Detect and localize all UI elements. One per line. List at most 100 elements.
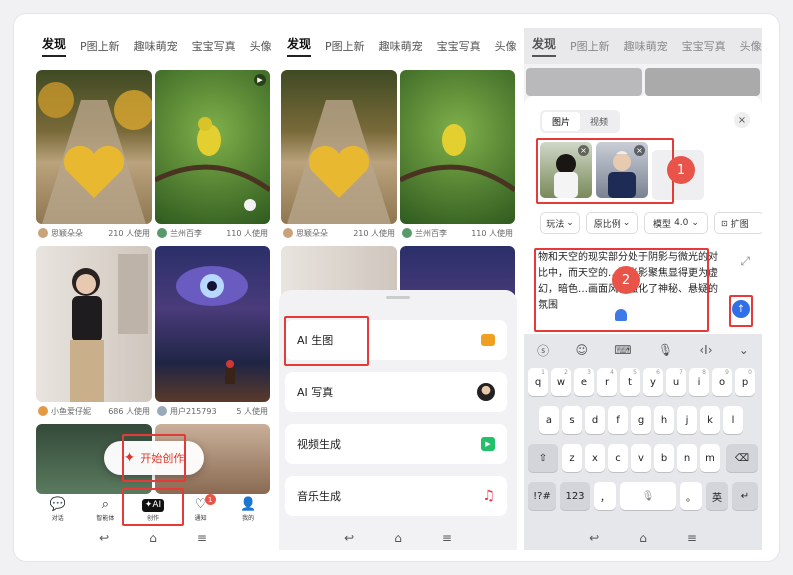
key-v[interactable]: v [631,444,651,472]
backspace-icon[interactable]: ⌫ [726,444,758,472]
ratio-chip[interactable]: 原比例 ⌄ [586,212,638,234]
keyboard-icon[interactable]: ⌨ [614,343,631,357]
option-ai-portrait[interactable]: AI 写真 [285,372,507,412]
nav-notify[interactable]: ♡ 通知 1 [181,494,221,522]
key-char: 英 [712,492,722,504]
dimmed-card [526,68,642,96]
feed-card-woman[interactable] [36,246,152,402]
cursor-move-icon[interactable]: ‹I› [699,343,712,357]
comma-key[interactable]: ， [594,482,616,510]
feed-card-autumn-heart[interactable] [281,70,397,224]
tab-pets[interactable]: 趣味萌宠 [379,38,423,54]
period-key[interactable]: 。 [680,482,702,510]
tab-discover[interactable]: 发现 [287,35,312,57]
highlight-box-images [536,138,674,204]
key-char: k [707,414,713,426]
key-r[interactable]: r4 [597,368,617,396]
key-w[interactable]: w2 [551,368,571,396]
key-char: o [718,376,726,388]
nav-label: 通知 [194,515,207,522]
key-q[interactable]: q1 [528,368,548,396]
back-icon[interactable]: ↩ [99,531,109,545]
symbols-key[interactable]: !?# [528,482,556,510]
home-icon[interactable]: ⌂ [149,531,157,545]
shift-icon[interactable]: ⇧ [528,444,558,472]
tab-p-new[interactable]: P图上新 [570,38,610,54]
key-hint-number: 2 [564,369,568,376]
close-icon[interactable]: × [734,112,750,128]
number-key[interactable]: 123 [560,482,590,510]
tab-pets[interactable]: 趣味萌宠 [624,38,668,54]
tab-p-new[interactable]: P图上新 [80,38,120,54]
key-char: g [637,414,645,426]
key-j[interactable]: j [677,406,697,434]
home-icon[interactable]: ⌂ [394,531,402,545]
fullscreen-icon[interactable]: ⤢ [740,254,750,269]
key-u[interactable]: u7 [666,368,686,396]
key-h[interactable]: h [654,406,674,434]
tab-baby[interactable]: 宝宝写真 [192,38,236,54]
back-icon[interactable]: ↩ [344,531,354,545]
key-f[interactable]: f [608,406,628,434]
enter-icon[interactable]: ↵ [732,482,758,510]
key-g[interactable]: g [631,406,651,434]
key-s[interactable]: s [562,406,582,434]
feed-card-bird[interactable] [400,70,515,224]
key-p[interactable]: p0 [735,368,755,396]
menu-icon[interactable]: ≡ [687,531,697,545]
chip-label: 玩法 [546,219,565,230]
key-o[interactable]: o9 [712,368,732,396]
back-icon[interactable]: ↩ [589,531,599,545]
emoji-icon[interactable]: ☺ [575,343,588,357]
menu-icon[interactable]: ≡ [197,531,207,545]
nav-chat[interactable]: 💬 对话 [38,498,78,523]
key-d[interactable]: d [585,406,605,434]
tab-pets[interactable]: 趣味萌宠 [134,38,178,54]
key-i[interactable]: i8 [689,368,709,396]
expand-chip[interactable]: ⊡ 扩图 [714,212,762,234]
feed-card-bird[interactable]: ▶ [155,70,270,224]
key-t[interactable]: t5 [620,368,640,396]
menu-icon[interactable]: ≡ [442,531,452,545]
tab-baby[interactable]: 宝宝写真 [682,38,726,54]
key-x[interactable]: x [585,444,605,472]
nav-me[interactable]: 👤 我的 [228,498,268,523]
sheet-handle[interactable] [386,296,410,299]
nav-agents[interactable]: ⌕ 智能体 [85,498,125,523]
option-video[interactable]: 视频生成 ▶ [285,424,507,464]
chevron-down-icon[interactable]: ⌄ [739,343,749,357]
tab-image-mode[interactable]: 图片 [542,112,581,131]
key-k[interactable]: k [700,406,720,434]
option-music[interactable]: 音乐生成 ♫ [285,476,507,516]
key-a[interactable]: a [539,406,559,434]
feed-card-autumn-heart[interactable] [36,70,152,224]
mic-icon[interactable]: 🎙 [658,343,673,357]
style-chip[interactable]: 玩法 ⌄ [540,212,580,234]
key-e[interactable]: e3 [574,368,594,396]
key-z[interactable]: z [562,444,582,472]
model-chip[interactable]: 模型 4.0 ⌄ [644,212,708,234]
feed-card-galaxy-rider[interactable] [155,246,270,402]
tab-baby[interactable]: 宝宝写真 [437,38,481,54]
home-icon[interactable]: ⌂ [639,531,647,545]
key-char: i [697,376,701,388]
language-key[interactable]: 英 [706,482,728,510]
tab-video-mode[interactable]: 视频 [580,112,618,131]
key-l[interactable]: l [723,406,743,434]
card-user: 兰州百李 [170,228,202,238]
key-char: 123 [565,490,585,502]
tab-discover[interactable]: 发现 [42,35,67,57]
tab-avatar[interactable]: 头像 [250,38,272,54]
key-m[interactable]: m [700,444,720,472]
space-key[interactable]: 🎙 [620,482,676,510]
sogou-icon[interactable]: ⓢ [537,342,549,359]
key-c[interactable]: c [608,444,628,472]
key-n[interactable]: n [677,444,697,472]
tab-discover[interactable]: 发现 [532,35,557,57]
key-y[interactable]: y6 [643,368,663,396]
tab-avatar[interactable]: 头像 [495,38,517,54]
tab-avatar[interactable]: 头像 [740,38,762,54]
tab-p-new[interactable]: P图上新 [325,38,365,54]
key-b[interactable]: b [654,444,674,472]
key-char: m [705,452,715,464]
